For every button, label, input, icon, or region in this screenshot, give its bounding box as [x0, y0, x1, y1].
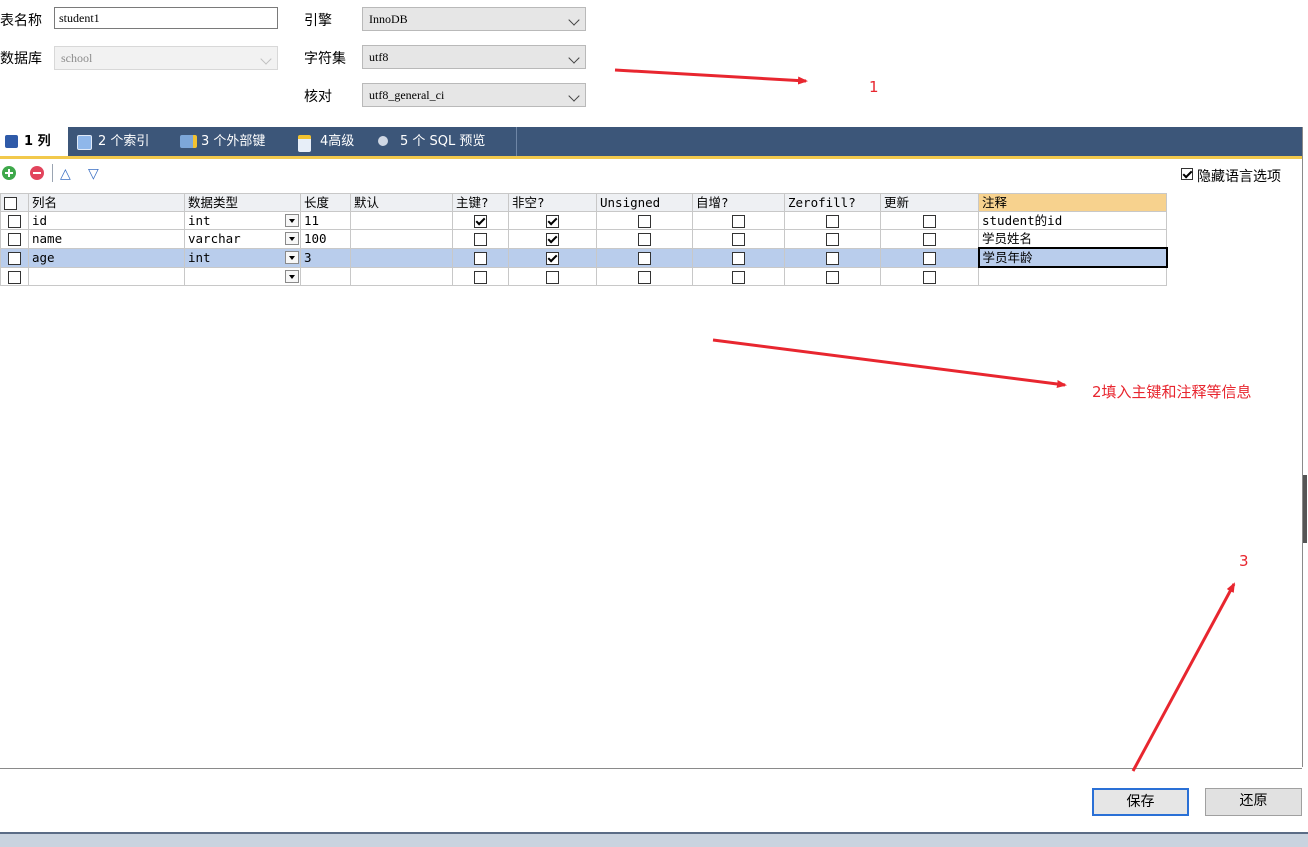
annotation-label-2: 2填入主键和注释等信息 [1092, 383, 1252, 401]
annotation-label-1: 1 [869, 78, 879, 96]
annotation-arrow-3 [1131, 582, 1236, 772]
annotation-arrow-1 [614, 68, 808, 85]
annotation-label-3: 3 [1239, 552, 1249, 570]
annotation-overlay [614, 68, 1236, 772]
annotation-arrow-2 [712, 338, 1067, 388]
